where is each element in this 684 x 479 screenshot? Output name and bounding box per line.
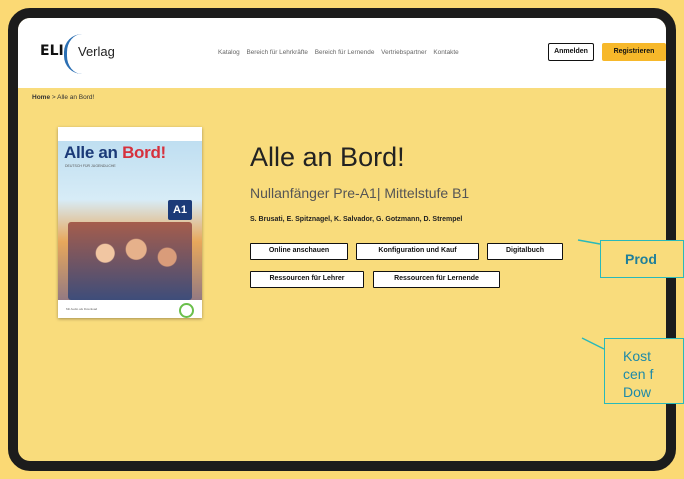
teacher-resources-button[interactable]: Ressourcen für Lehrer [250,271,364,288]
callout-line-3: Dow [623,384,652,400]
cover-footer-text: Mit Audio als Download [66,307,98,311]
cover-top-strip [58,127,202,141]
register-button[interactable]: Registrieren [602,43,666,61]
nav-vertriebspartner[interactable]: Vertriebspartner [381,49,426,56]
site-header: ELI Verlag Katalog Bereich für Lehrkräft… [18,18,666,88]
device-frame: ELI Verlag Katalog Bereich für Lehrkräft… [8,8,676,471]
product-title: Alle an Bord! [250,142,405,172]
learner-resources-button[interactable]: Ressourcen für Lernende [373,271,500,288]
logo-text[interactable]: Verlag [78,44,115,59]
digital-book-button[interactable]: Digitalbuch [487,243,563,260]
cover-title-part2: Bord! [122,143,166,162]
cover-footer: Mit Audio als Download [58,300,202,318]
callout-line-2: cen f [623,366,654,382]
cover-photo [68,222,192,300]
breadcrumb: Home > Alle an Bord! [32,94,94,101]
callout-downloads: Kost cen f Dow [604,338,684,404]
callout-product-text: Prod [625,251,657,267]
callout-product: Prod [600,240,684,278]
eli-logo-icon[interactable]: ELI [40,43,64,63]
config-purchase-button[interactable]: Konfiguration und Kauf [356,243,479,260]
nav-katalog[interactable]: Katalog [218,49,240,56]
nav-lernende[interactable]: Bereich für Lernende [315,49,375,56]
product-authors: S. Brusati, E. Spitznagel, K. Salvador, … [250,216,463,223]
product-subtitle: Nullanfänger Pre-A1| Mittelstufe B1 [250,185,470,201]
callout-line-1: Kost [623,348,652,364]
cover-title: Alle an Bord! [64,143,166,163]
audio-cd-icon [179,303,194,318]
nav-lehrkraefte[interactable]: Bereich für Lehrkräfte [246,49,307,56]
online-view-button[interactable]: Online anschauen [250,243,348,260]
nav-kontakte[interactable]: Kontakte [433,49,458,56]
cover-subtitle: DEUTSCH FÜR JUGENDLICHE [65,164,116,168]
breadcrumb-home[interactable]: Home [32,94,50,101]
breadcrumb-separator: > [51,94,56,101]
cover-title-part1: Alle an [64,143,123,162]
login-button[interactable]: Anmelden [548,43,594,61]
callout-downloads-text: Kost cen f Dow [623,347,653,401]
breadcrumb-current: Alle an Bord! [57,94,95,101]
main-nav: Katalog Bereich für Lehrkräfte Bereich f… [218,49,464,56]
level-badge: A1 [168,200,192,220]
book-cover[interactable]: Alle an Bord! DEUTSCH FÜR JUGENDLICHE A1… [58,127,202,318]
